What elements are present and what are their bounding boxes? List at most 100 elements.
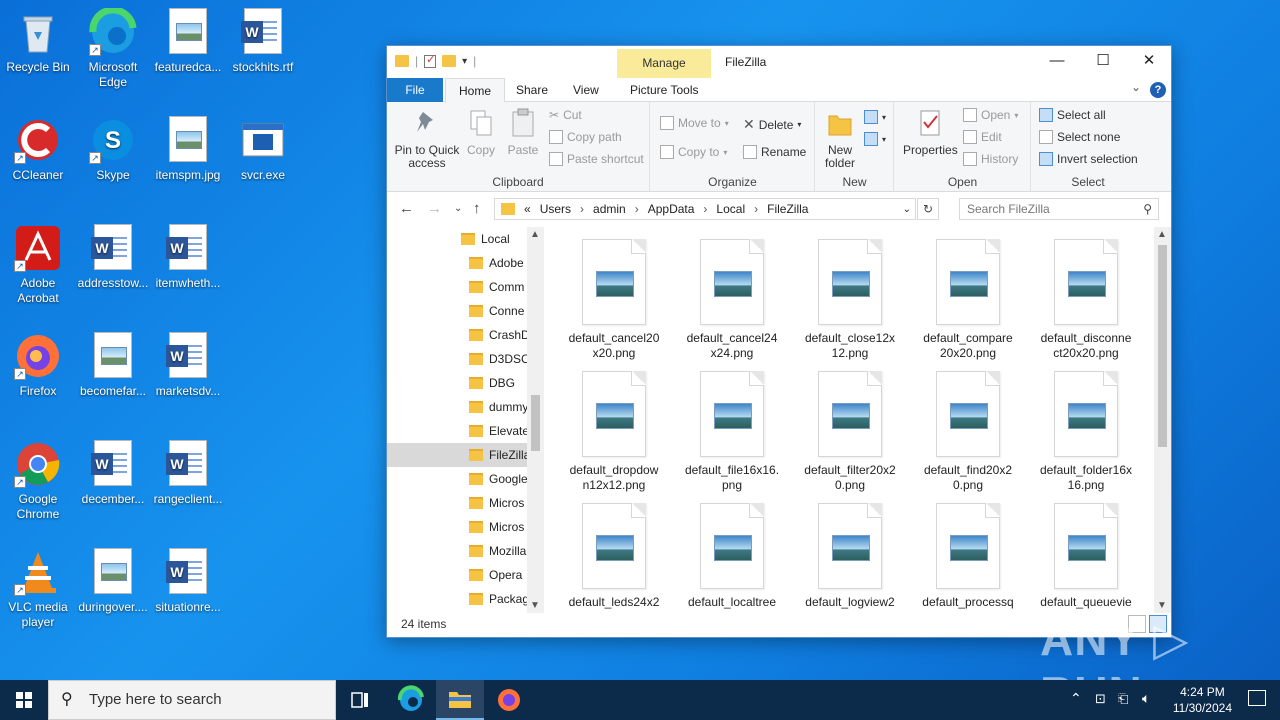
address-bar[interactable]: « Users › admin › AppData › Local › FileZilla ⌄ [494,198,916,220]
desktop-icon[interactable]: itemspm.jpg [150,116,226,183]
file-item[interactable]: default_processq [913,503,1023,610]
nav-scroll-thumb[interactable] [531,395,540,451]
nav-tree-item[interactable]: Packag [469,587,529,611]
file-item[interactable]: default_disconne ct20x20.png [1031,239,1141,361]
tab-view[interactable]: View [560,78,612,102]
breadcrumb-separator-icon[interactable]: › [580,202,584,216]
tray-overflow-icon[interactable]: ⌃ [1070,690,1082,707]
address-overflow[interactable]: « [524,202,531,216]
manage-tab[interactable]: Manage [617,49,711,78]
delete-button[interactable]: ✕ Delete ▾ [743,116,801,133]
new-folder-button[interactable]: New folder [820,108,860,170]
breadcrumb-separator-icon[interactable]: › [635,202,639,216]
nav-tree-item[interactable]: Comm [469,275,524,299]
tab-home[interactable]: Home [445,78,506,102]
search-input[interactable]: Search FileZilla ⚲ [959,198,1159,220]
copy-path-button[interactable]: Copy path [549,130,622,144]
forward-arrow-icon[interactable]: → [427,200,442,217]
breadcrumb-item[interactable]: Users [540,202,571,216]
nav-tree-item[interactable]: Adobe [469,251,524,275]
select-all-button[interactable]: Select all [1039,108,1106,122]
desktop-icon[interactable]: duringover.... [75,548,151,615]
file-item[interactable]: default_queuevie [1031,503,1141,610]
file-item[interactable]: default_filter20x2 0.png [795,371,905,493]
refresh-button[interactable]: ↻ [917,198,939,220]
scroll-down-icon[interactable]: ▼ [530,600,540,611]
content-scrollbar[interactable]: ▲ ▼ [1154,227,1171,613]
easy-access-button[interactable]: ▾ [864,132,886,146]
tab-share[interactable]: Share [503,78,561,102]
desktop-icon[interactable]: ↗ CCleaner [0,116,76,183]
network-icon[interactable]: ⎗ [1118,691,1128,707]
history-button[interactable]: History [963,152,1018,166]
scroll-down-icon[interactable]: ▼ [1157,600,1167,611]
scroll-up-icon[interactable]: ▲ [1157,229,1167,240]
desktop-icon[interactable]: ↗ Firefox [0,332,76,399]
clock[interactable]: 4:24 PM 11/30/2024 [1173,684,1232,716]
desktop-icon[interactable]: Recycle Bin [0,8,76,75]
nav-scrollbar[interactable]: ▲ ▼ [527,227,544,613]
tab-file[interactable]: File [387,78,443,102]
file-item[interactable]: default_file16x16. png [677,371,787,493]
move-to-button[interactable]: Move to ▾ [660,116,729,130]
content-scroll-thumb[interactable] [1158,245,1167,447]
desktop-icon[interactable]: svcr.exe [225,116,301,183]
notification-icon[interactable] [1248,690,1266,706]
properties-qat-icon[interactable] [424,53,437,68]
nav-tree-item[interactable]: Micros [469,515,524,539]
task-view-button[interactable] [336,680,384,720]
nav-tree-item[interactable]: Google [469,467,528,491]
paste-shortcut-button[interactable]: Paste shortcut [549,152,644,166]
desktop-icon[interactable]: Witemwheth... [150,224,226,291]
nav-tree-item[interactable]: FileZilla [469,443,530,467]
cut-button[interactable]: ✂ Cut [549,108,582,122]
desktop-icon[interactable]: Waddresstow... [75,224,151,291]
edit-button[interactable]: Edit [963,130,1002,144]
file-item[interactable]: default_cancel24 x24.png [677,239,787,361]
file-item[interactable]: default_leds24x2 [559,503,669,610]
new-item-button[interactable]: ▾ [864,110,886,124]
breadcrumb-separator-icon[interactable]: › [754,202,758,216]
properties-button[interactable]: Properties [903,108,958,157]
nav-tree-item[interactable]: Elevate [469,419,529,443]
qat-dropdown-icon[interactable]: ▾ [462,56,467,67]
desktop-icon[interactable]: Wdecember... [75,440,151,507]
ribbon-collapse-icon[interactable]: ⌄ [1131,80,1141,94]
breadcrumb-item[interactable]: Local [716,202,745,216]
rename-button[interactable]: Rename [743,145,806,159]
recent-locations-icon[interactable]: ⌄ [454,203,462,214]
scroll-up-icon[interactable]: ▲ [530,229,540,240]
close-button[interactable]: ✕ [1126,46,1172,76]
start-button[interactable] [0,680,48,720]
file-item[interactable]: default_logview2 [795,503,905,610]
address-dropdown-icon[interactable]: ⌄ [903,204,911,215]
network-status-icon[interactable]: ⊡ [1095,691,1106,707]
taskbar-firefox[interactable] [485,680,533,720]
maximize-button[interactable]: ☐ [1080,46,1126,76]
desktop-icon[interactable]: ↗ VLC media player [0,548,76,630]
breadcrumb-item[interactable]: AppData [648,202,695,216]
nav-tree-item[interactable]: DBG [469,371,515,395]
desktop-icon[interactable]: Wmarketsdv... [150,332,226,399]
desktop-icon[interactable]: Wrangeclient... [150,440,226,507]
desktop-icon[interactable]: featuredca... [150,8,226,75]
desktop-icon[interactable]: Wstockhits.rtf [225,8,301,75]
back-arrow-icon[interactable]: ← [399,200,414,217]
up-arrow-icon[interactable]: ↑ [473,200,481,217]
file-item[interactable]: default_compare 20x20.png [913,239,1023,361]
pin-quick-access-button[interactable]: Pin to Quick access [393,108,461,170]
open-button[interactable]: Open ▾ [963,108,1018,122]
copy-button[interactable]: Copy [463,108,499,157]
taskbar-file-explorer[interactable] [436,680,484,720]
paste-button[interactable]: Paste [503,108,543,157]
taskbar-search-box[interactable]: ⚲ Type here to search [48,680,336,720]
nav-tree-item[interactable]: CrashD [469,323,530,347]
desktop-icon[interactable]: Wsituationre... [150,548,226,615]
minimize-button[interactable]: — [1034,46,1080,76]
nav-tree-item[interactable]: Micros [469,491,524,515]
invert-selection-button[interactable]: Invert selection [1039,152,1138,166]
desktop-icon[interactable]: ↗ Google Chrome [0,440,76,522]
tab-picture-tools[interactable]: Picture Tools [617,78,711,102]
breadcrumb-separator-icon[interactable]: › [703,202,707,216]
breadcrumb-item[interactable]: admin [593,202,626,216]
